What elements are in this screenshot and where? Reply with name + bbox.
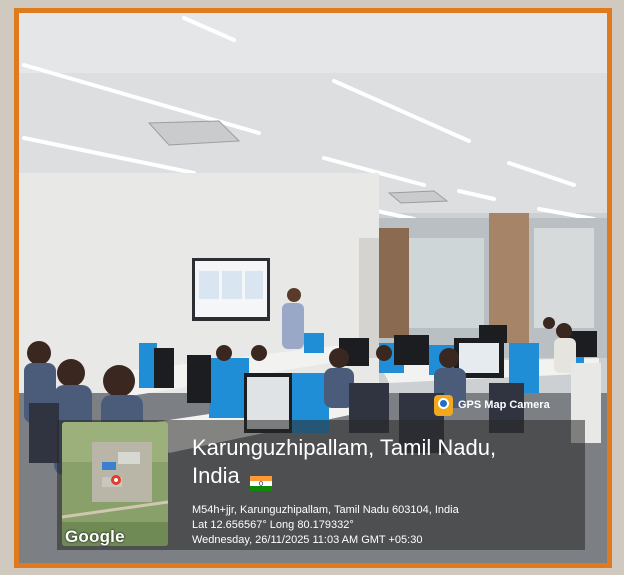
datetime-line: Wednesday, 26/11/2025 11:03 AM GMT +05:3…: [192, 534, 423, 546]
india-flag-icon: [249, 470, 272, 491]
app-label: GPS Map Camera: [458, 399, 550, 411]
coordinates-line: Lat 12.656567° Long 80.179332°: [192, 519, 354, 531]
location-title-line2-wrap: India: [192, 462, 522, 491]
location-title: Karunguzhipallam, Tamil Nadu, India: [192, 434, 522, 491]
gps-map-camera-badge: GPS Map Camera: [434, 393, 574, 417]
gps-map-camera-icon: [434, 394, 453, 416]
location-title-line2: India: [192, 463, 240, 488]
location-details: M54h+jjr, Karunguzhipallam, Tamil Nadu 6…: [192, 503, 459, 548]
location-title-line1: Karunguzhipallam, Tamil Nadu,: [192, 435, 497, 460]
address-line: M54h+jjr, Karunguzhipallam, Tamil Nadu 6…: [192, 504, 459, 516]
google-logo: Google: [65, 527, 125, 546]
